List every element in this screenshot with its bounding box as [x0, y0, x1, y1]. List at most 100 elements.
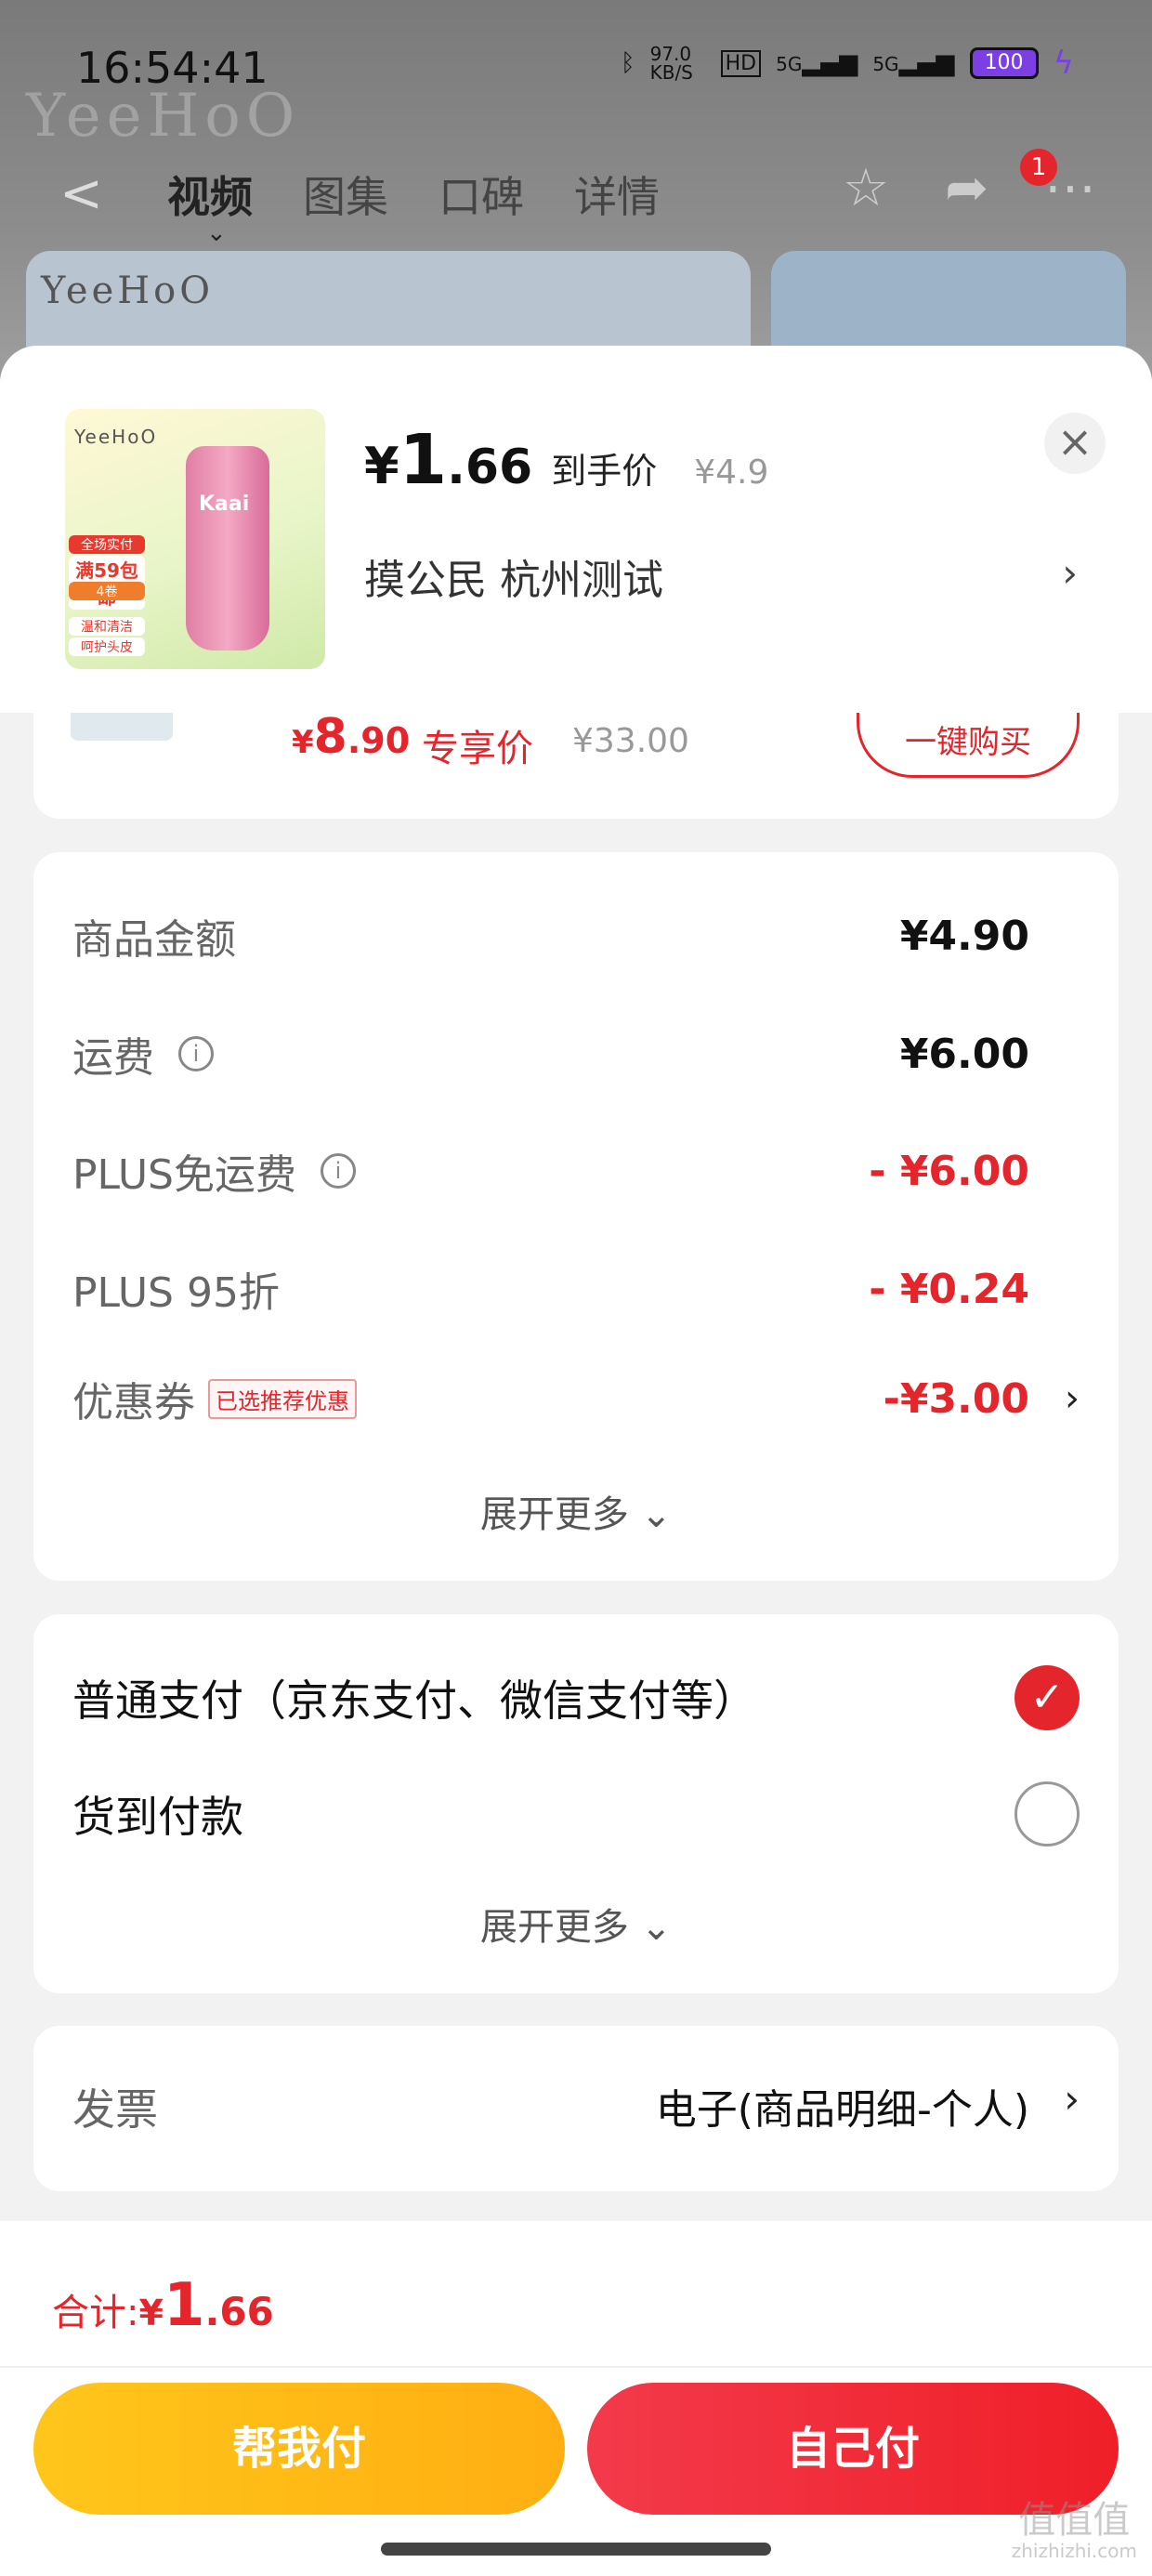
invoice-value: 电子(商品明细-个人): [655, 2086, 1029, 2134]
address-line[interactable]: 摸公民 杭州测试: [364, 546, 663, 606]
payment-option-label: 普通支付（京东支付、微信支付等）: [72, 1676, 756, 1726]
payment-option-label: 货到付款: [72, 1792, 243, 1842]
price-decimal: .66: [447, 440, 533, 495]
help-pay-button[interactable]: 帮我付: [33, 2383, 565, 2515]
promo-card: ¥ 8 .90 专享价 ¥33.00 一键购买: [33, 713, 1119, 819]
amount-value: - ¥0.24: [869, 1265, 1029, 1313]
watermark-text: 值值值: [1018, 2499, 1131, 2542]
chevron-right-icon[interactable]: ›: [1062, 550, 1078, 596]
status-icons: ᛒ 97.0 KB/S HD 5G▂▄▆ 5G▂▄▆ 100 ϟ: [621, 45, 1074, 82]
promo-decimal: .90: [347, 720, 411, 761]
expand-more-button[interactable]: 展开更多 ⌄: [33, 1897, 1119, 1951]
hd-icon: HD: [720, 49, 762, 77]
total-integer: 1: [163, 2271, 205, 2340]
invoice-label: 发票: [72, 2084, 158, 2135]
product-thumbnail[interactable]: YeeHoO Kaai 全场实付 满59包邮 4卷 温和清洁 呵护头皮: [65, 409, 325, 669]
battery-icon: 100: [969, 47, 1039, 79]
background-card-brand: YeeHoO: [41, 269, 215, 312]
amount-card: 商品金额 ¥4.90 运费 i ¥6.00 PLUS免运费 i - ¥6.00 PL…: [33, 852, 1119, 1581]
charging-icon: ϟ: [1053, 45, 1074, 82]
checkout-footer: 合计: ¥ 1 .66 帮我付 自己付 值值值 zhizhizhi.com: [0, 2221, 1152, 2576]
coupon-badge: 已选推荐优惠: [208, 1378, 357, 1419]
price-integer: 1: [399, 420, 448, 500]
plus-free-shipping-label: PLUS免运费: [72, 1151, 296, 1199]
thumb-tag: 4卷: [69, 582, 145, 600]
original-price: ¥4.9: [694, 453, 769, 492]
watermark: 值值值 zhizhizhi.com: [1012, 2500, 1137, 2561]
status-time: 16:54:41: [76, 43, 268, 93]
divider: [0, 2366, 1152, 2368]
close-icon: ×: [1056, 416, 1093, 467]
signal-icon: 5G▂▄▆: [776, 49, 858, 77]
promo-tag: 专享价: [422, 728, 533, 770]
amount-label: 商品金额: [72, 916, 236, 964]
expand-label: 展开更多: [479, 1906, 629, 1949]
tab-reviews[interactable]: 口碑: [439, 164, 524, 225]
thumb-tag: 温和清洁: [69, 617, 145, 636]
amount-row: PLUS 95折 - ¥0.24: [72, 1256, 1029, 1321]
promo-original-price: ¥33.00: [572, 722, 689, 760]
chevron-right-icon[interactable]: ›: [1064, 2076, 1080, 2122]
amount-label: 运费 i: [72, 1024, 214, 1084]
tab-gallery[interactable]: 图集: [303, 164, 388, 225]
amount-label: PLUS免运费 i: [72, 1141, 356, 1201]
total-label: 合计:: [52, 2292, 139, 2334]
top-navigation: < 视频 图集 口碑 详情 ⌄ ☆ ➦ ⋯ 1: [0, 149, 1152, 247]
tab-video[interactable]: 视频: [167, 164, 253, 225]
check-icon[interactable]: ✓: [1015, 1665, 1080, 1730]
amount-row: 商品金额 ¥4.90: [72, 903, 1029, 968]
payment-option[interactable]: 普通支付（京东支付、微信支付等） ✓: [72, 1665, 1080, 1730]
info-icon[interactable]: i: [321, 1153, 356, 1189]
price-tag: 到手价: [551, 451, 658, 492]
amount-row: 运费 i ¥6.00: [72, 1021, 1029, 1086]
chevron-down-icon: ⌄: [640, 1906, 673, 1949]
bluetooth-icon: ᛒ: [621, 49, 635, 77]
favorite-star-icon[interactable]: ☆: [843, 158, 889, 218]
amount-value: - ¥6.00: [869, 1147, 1029, 1195]
one-click-buy-button[interactable]: 一键购买: [857, 713, 1080, 778]
tab-indicator: ⌄: [206, 219, 227, 247]
total-price: 合计: ¥ 1 .66: [52, 2271, 274, 2340]
promo-currency: ¥: [292, 724, 314, 761]
more-icon[interactable]: ⋯ 1: [1020, 149, 1096, 218]
signal-icon: 5G▂▄▆: [872, 49, 955, 77]
amount-row: PLUS免运费 i - ¥6.00: [72, 1138, 1029, 1203]
share-icon[interactable]: ➦: [945, 158, 988, 218]
payment-option[interactable]: 货到付款: [72, 1781, 1080, 1847]
radio-empty-icon[interactable]: [1015, 1781, 1080, 1847]
chevron-right-icon[interactable]: ›: [1065, 1377, 1080, 1420]
final-price: ¥ 1 .66 到手价 ¥4.9: [364, 420, 768, 500]
watermark-url: zhizhizhi.com: [1011, 2540, 1137, 2562]
expand-more-button[interactable]: 展开更多 ⌄: [33, 1484, 1119, 1538]
total-decimal: .66: [204, 2289, 274, 2334]
tab-details[interactable]: 详情: [574, 164, 660, 225]
promo-integer: 8: [313, 713, 347, 765]
promo-price: ¥ 8 .90: [292, 713, 410, 765]
thumb-tag: 呵护头皮: [69, 637, 145, 656]
notification-badge: 1: [1020, 149, 1057, 186]
coupon-row[interactable]: 优惠券 已选推荐优惠 -¥3.00 ›: [72, 1366, 1080, 1431]
shipping-label: 运费: [72, 1034, 154, 1082]
info-icon[interactable]: i: [178, 1036, 214, 1071]
expand-label: 展开更多: [479, 1493, 629, 1536]
chevron-down-icon: ⌄: [640, 1493, 673, 1536]
amount-value: ¥6.00: [899, 1030, 1029, 1078]
sheet-header: YeeHoO Kaai 全场实付 满59包邮 4卷 温和清洁 呵护头皮 ¥ 1 …: [0, 346, 1152, 713]
close-button[interactable]: ×: [1044, 413, 1106, 474]
amount-label: PLUS 95折: [72, 1269, 280, 1317]
net-speed: 97.0 KB/S: [649, 43, 693, 84]
total-currency: ¥: [138, 2293, 164, 2333]
coupon-label: 优惠券: [72, 1379, 195, 1426]
invoice-card[interactable]: 发票 电子(商品明细-个人) ›: [33, 2026, 1119, 2191]
tube-label: Kaai: [199, 493, 250, 516]
nav-tabs: 视频 图集 口碑 详情: [167, 164, 660, 225]
back-icon[interactable]: <: [59, 164, 103, 224]
home-indicator[interactable]: [381, 2543, 771, 2556]
status-bar: 16:54:41 ᛒ 97.0 KB/S HD 5G▂▄▆ 5G▂▄▆ 100 …: [0, 0, 1152, 139]
amount-value: -¥3.00: [883, 1374, 1029, 1423]
self-pay-button[interactable]: 自己付: [587, 2383, 1119, 2515]
promo-image: [71, 713, 173, 741]
price-currency: ¥: [364, 437, 399, 495]
product-tube-image: [186, 446, 269, 651]
amount-value: ¥4.90: [899, 912, 1029, 960]
